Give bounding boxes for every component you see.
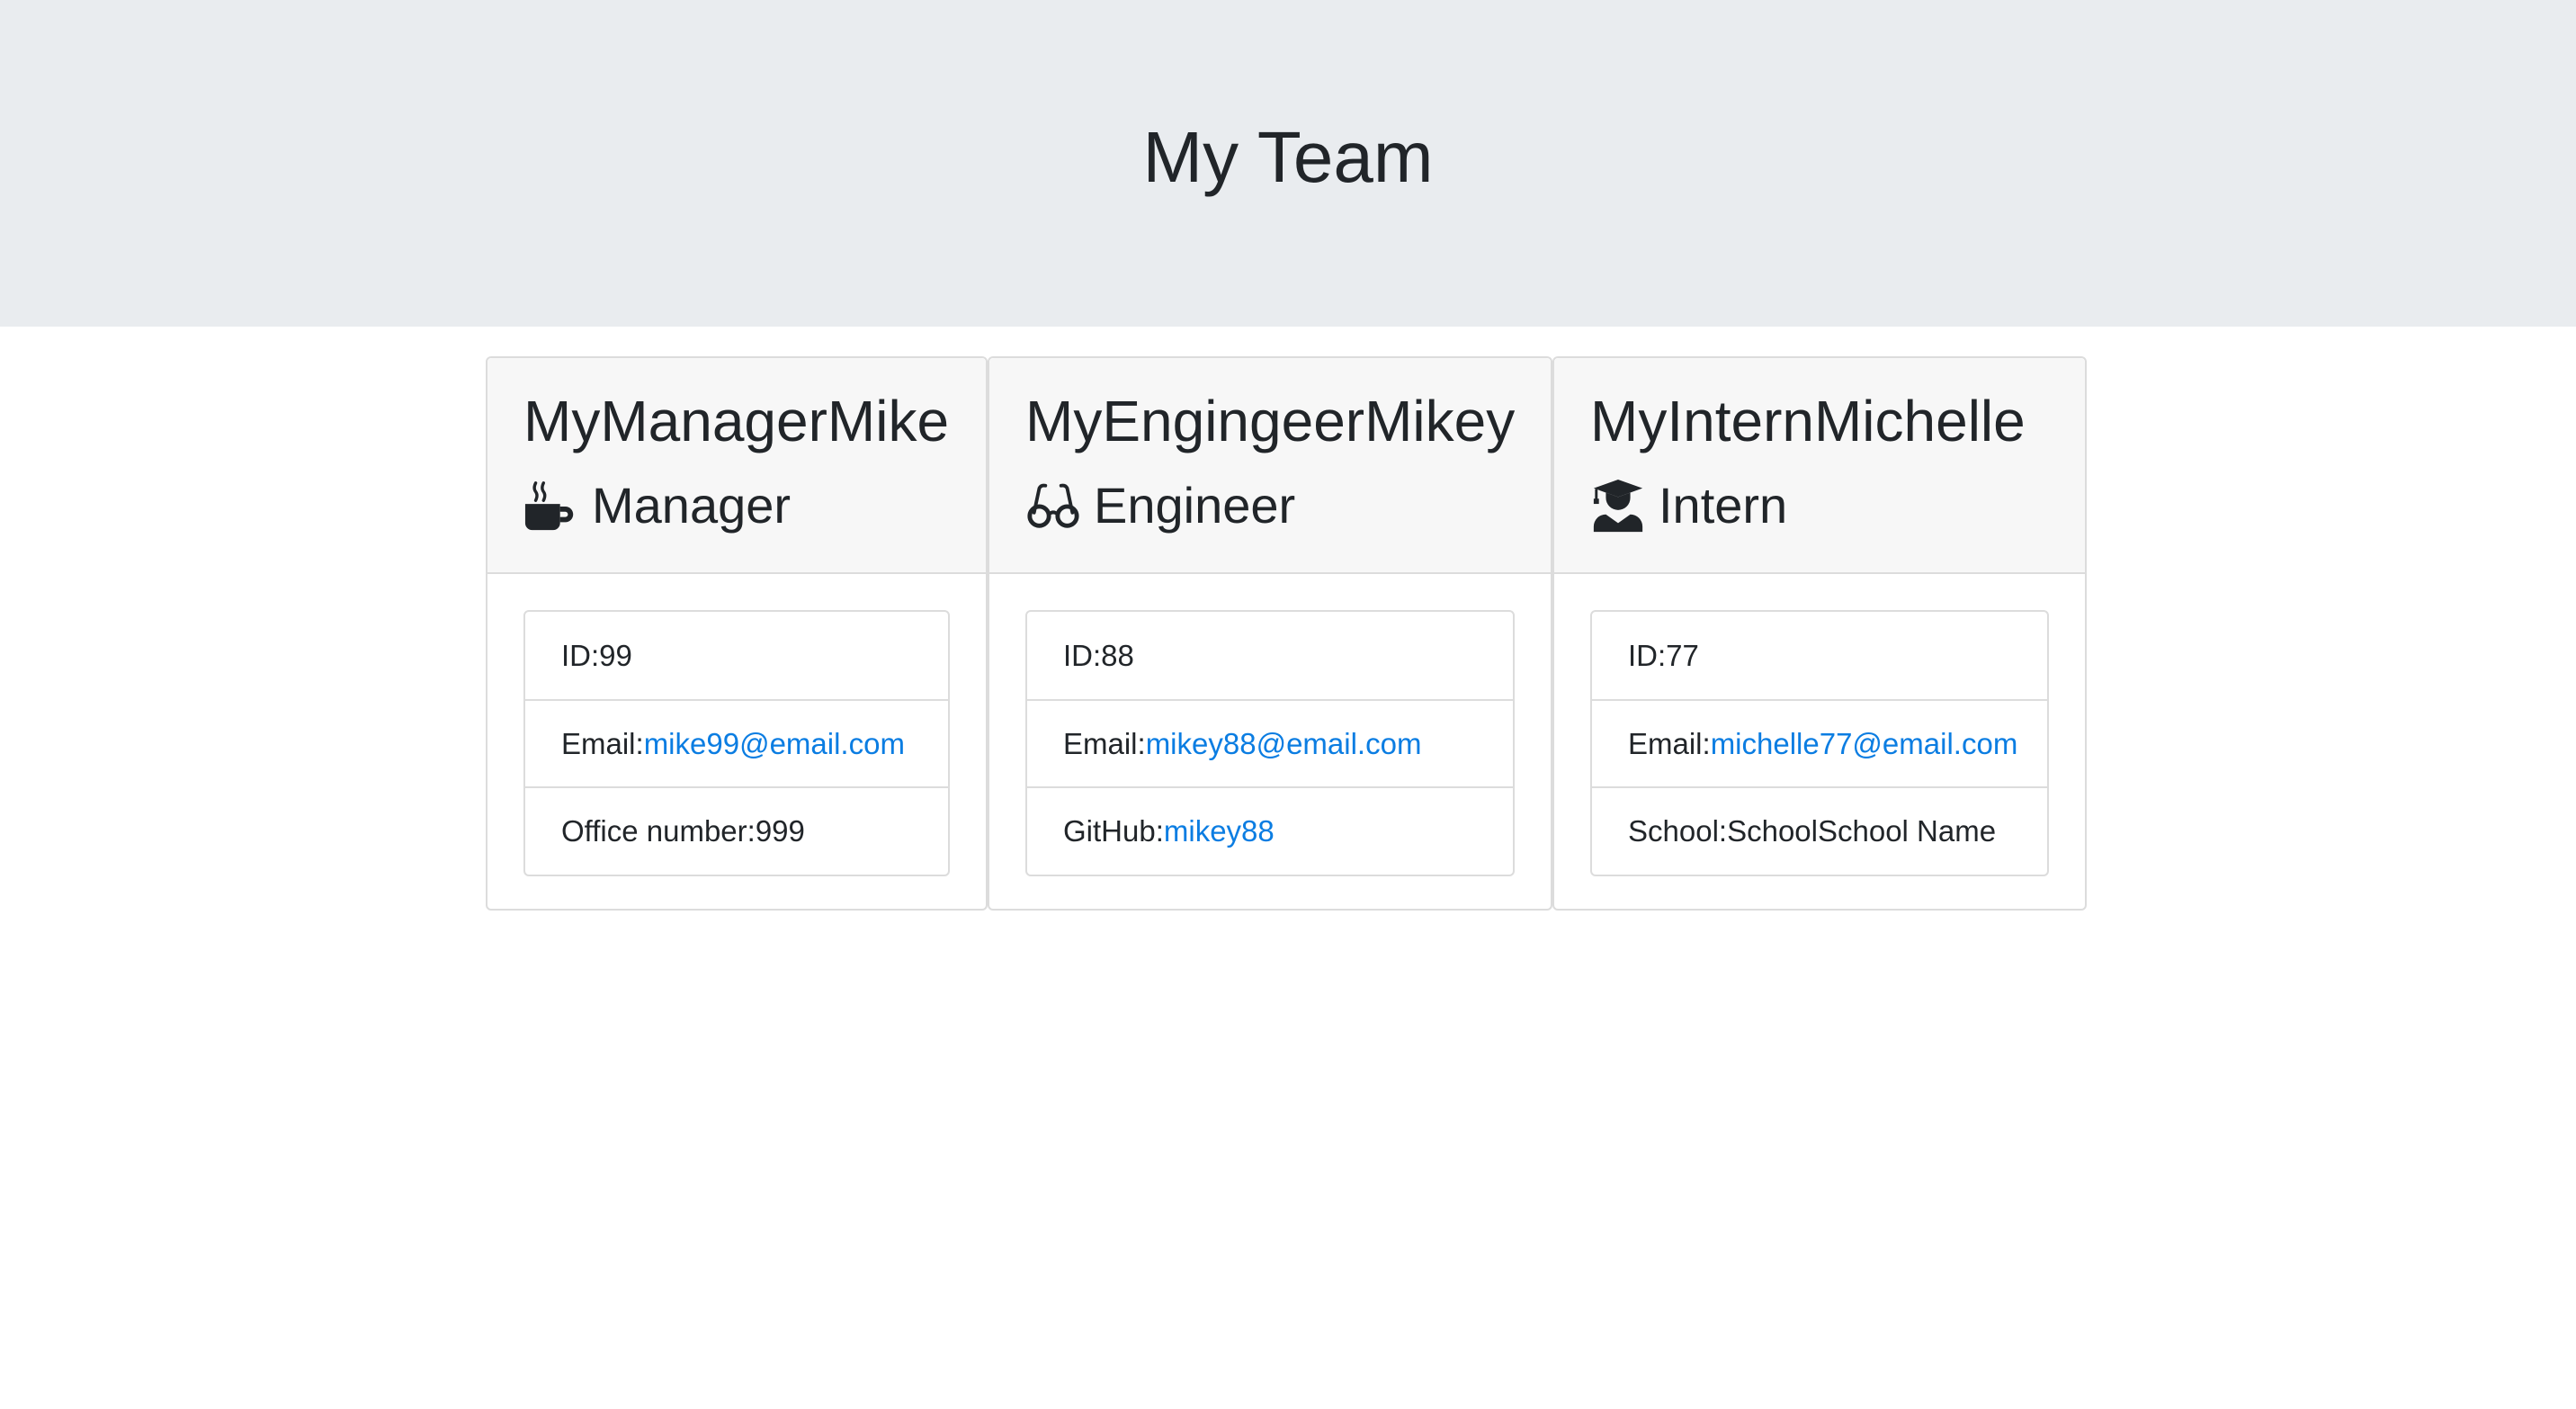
role-label: Manager xyxy=(592,477,792,534)
card-header: MyEngingeerMikey Engineer xyxy=(989,358,1551,574)
details-list: ID: 77 Email: michelle77@email.com Schoo… xyxy=(1590,610,2049,876)
office-number-item: Office number: 999 xyxy=(525,786,948,874)
id-value: 77 xyxy=(1666,638,1699,672)
email-label: Email: xyxy=(1063,726,1146,760)
id-item: ID: 77 xyxy=(1592,612,2047,699)
id-value: 88 xyxy=(1101,638,1134,672)
id-label: ID: xyxy=(1628,638,1667,672)
school-label: School: xyxy=(1628,813,1728,848)
office-number-label: Office number: xyxy=(561,813,756,848)
office-number-value: 999 xyxy=(755,813,805,848)
employee-role: Manager xyxy=(523,470,791,542)
page-title: My Team xyxy=(1142,117,1434,197)
glasses-icon xyxy=(1025,478,1081,534)
employee-name: MyManagerMike xyxy=(523,389,950,453)
employee-name: MyInternMichelle xyxy=(1590,389,2026,453)
employee-role: Intern xyxy=(1590,470,1787,542)
details-list: ID: 88 Email: mikey88@email.com GitHub: … xyxy=(1025,610,1515,876)
card-header: MyInternMichelle Intern xyxy=(1554,358,2085,574)
github-link[interactable]: mikey88 xyxy=(1164,814,1275,848)
coffee-mug-icon xyxy=(523,478,579,534)
email-item: Email: michelle77@email.com xyxy=(1592,699,2047,786)
engineer-card: MyEngingeerMikey Engineer ID: 88 Email: … xyxy=(988,356,1552,911)
email-label: Email: xyxy=(561,726,644,760)
github-label: GitHub: xyxy=(1063,813,1164,848)
github-item: GitHub: mikey88 xyxy=(1027,786,1513,874)
email-item: Email: mike99@email.com xyxy=(525,699,948,786)
email-label: Email: xyxy=(1628,726,1711,760)
id-item: ID: 99 xyxy=(525,612,948,699)
id-value: 99 xyxy=(599,638,632,672)
intern-card: MyInternMichelle Intern ID: 77 Email: mi… xyxy=(1552,356,2087,911)
employee-role: Engineer xyxy=(1025,470,1295,542)
email-item: Email: mikey88@email.com xyxy=(1027,699,1513,786)
manager-card: MyManagerMike Manager ID: 99 Email: mike… xyxy=(486,356,988,911)
id-label: ID: xyxy=(1063,638,1102,672)
employee-name: MyEngingeerMikey xyxy=(1025,389,1516,453)
details-list: ID: 99 Email: mike99@email.com Office nu… xyxy=(523,610,950,876)
email-link[interactable]: mikey88@email.com xyxy=(1146,727,1422,761)
card-header: MyManagerMike Manager xyxy=(487,358,986,574)
role-label: Engineer xyxy=(1094,477,1296,534)
graduate-icon xyxy=(1590,478,1646,534)
role-label: Intern xyxy=(1659,477,1788,534)
jumbotron-header: My Team xyxy=(0,0,2576,327)
school-item: School: SchoolSchool Name xyxy=(1592,786,2047,874)
school-value: SchoolSchool Name xyxy=(1727,813,1997,848)
id-label: ID: xyxy=(561,638,600,672)
email-link[interactable]: michelle77@email.com xyxy=(1711,727,2018,761)
email-link[interactable]: mike99@email.com xyxy=(644,727,905,761)
id-item: ID: 88 xyxy=(1027,612,1513,699)
